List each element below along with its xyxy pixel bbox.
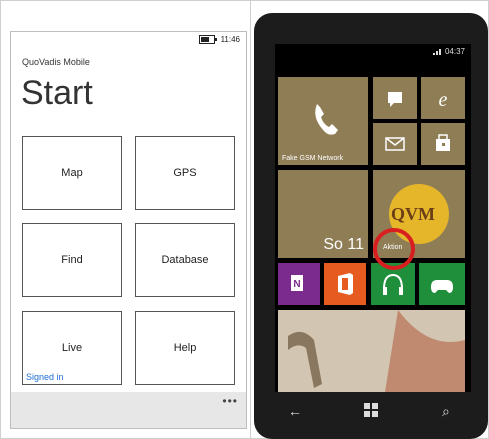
find-tile-label: Find (61, 254, 83, 266)
left-app-screen: 11:46 QuoVadis Mobile Start Map GPS Find… (10, 31, 247, 429)
signed-in-link[interactable]: Signed in (26, 372, 64, 382)
map-tile-label: Map (61, 167, 83, 179)
database-tile[interactable]: Database (135, 223, 235, 297)
app-bar: ••• (11, 392, 246, 428)
gps-tile[interactable]: GPS (135, 136, 235, 210)
database-tile-label: Database (161, 254, 209, 266)
app-title: QuoVadis Mobile (22, 57, 90, 67)
phone-nav-bar: ← ⌕ (254, 395, 488, 427)
help-tile[interactable]: Help (135, 311, 235, 385)
windows-start-icon[interactable] (364, 403, 378, 420)
battery-icon (198, 35, 217, 44)
highlight-circle (373, 228, 415, 270)
map-tile[interactable]: Map (22, 136, 122, 210)
search-icon[interactable]: ⌕ (442, 403, 450, 420)
phone-start-screen: 04:37 Fake GSM Network e So 11 QVM N Akt… (275, 44, 471, 392)
status-bar: 11:46 (198, 35, 240, 44)
live-tile-label: Live (61, 342, 83, 354)
back-icon[interactable]: ← (288, 403, 302, 419)
panel-divider (250, 0, 251, 439)
help-tile-label: Help (173, 342, 197, 354)
page-title: Start (21, 74, 93, 112)
more-icon[interactable]: ••• (222, 394, 238, 408)
gps-tile-label: GPS (173, 167, 197, 179)
status-time: 11:46 (220, 35, 240, 44)
find-tile[interactable]: Find (22, 223, 122, 297)
aktion-label: Aktion (383, 244, 403, 251)
